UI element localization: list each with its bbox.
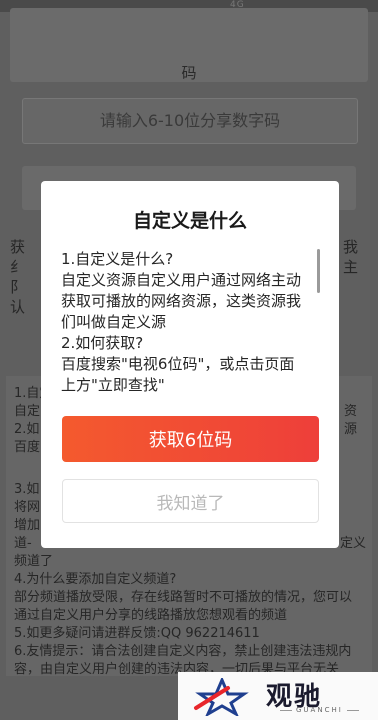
dialog-line: 1.自定义是什么? [61, 250, 174, 268]
dialog-line: 2.如何获取? [61, 334, 144, 352]
help-line: 将网 [14, 500, 41, 515]
bg-fragment: 我 [343, 238, 359, 256]
code-label: 码 [181, 64, 197, 82]
help-line: 增加 [14, 518, 41, 533]
got-it-button[interactable]: 我知道了 [62, 479, 319, 523]
bg-fragment: 获 [10, 238, 26, 256]
dialog-scrollbar[interactable] [317, 249, 320, 293]
share-code-input[interactable]: 请输入6-10位分享数字码 [22, 98, 358, 144]
star-logo-icon [194, 678, 249, 716]
help-fragment: 定义 [340, 536, 367, 551]
help-line: 4.为什么要添加自定义频道? [14, 572, 177, 587]
bg-fragment: 纟 [10, 258, 26, 276]
bg-fragment: 主 [343, 258, 359, 276]
help-line: 道- [14, 536, 32, 551]
help-line: 5.如更多疑问请进群反馈:QQ 962214611 [14, 626, 260, 641]
help-fragment: 源 [344, 422, 358, 437]
bg-fragment: 认 [10, 298, 26, 316]
what-is-custom-dialog: 自定义是什么 1.自定义是什么? 自定义资源自定义用户通过网络主动 获取可播放的… [41, 181, 339, 548]
dialog-body[interactable]: 1.自定义是什么? 自定义资源自定义用户通过网络主动 获取可播放的网络资源，这类… [61, 249, 321, 399]
help-line: 通过自定义用户分享的线路播放您想观看的频道 [14, 608, 288, 623]
dialog-line: 们叫做自定义源 [61, 313, 167, 331]
help-line: 频道了 [14, 554, 54, 569]
help-fragment: 资 [344, 404, 358, 419]
dialog-line: 获取可播放的网络资源，这类资源我 [61, 292, 302, 310]
get-code-button[interactable]: 获取6位码 [62, 416, 319, 462]
help-line: 百度 [14, 440, 41, 455]
dialog-title: 自定义是什么 [132, 210, 247, 232]
help-line: 自定 [14, 404, 41, 419]
help-line: 部分频道播放受限，存在线路暂时不可播放的情况，您可以 [14, 590, 353, 605]
dialog-line: 百度搜索"电视6位码"，或点击页面 [61, 355, 295, 373]
watermark-sub: GUANCHI [276, 706, 363, 714]
help-line: 3.如 [14, 482, 40, 497]
help-line: 6.友情提示：请合法创建自定义内容，禁止创建违法违规内 [14, 644, 352, 659]
bg-fragment: 阝 [10, 278, 26, 296]
watermark: 观驰 GUANCHI [178, 672, 378, 720]
help-line: 2.如 [14, 422, 40, 437]
dialog-line: 上方"立即查找" [61, 376, 165, 394]
dialog-line: 自定义资源自定义用户通过网络主动 [61, 271, 302, 289]
